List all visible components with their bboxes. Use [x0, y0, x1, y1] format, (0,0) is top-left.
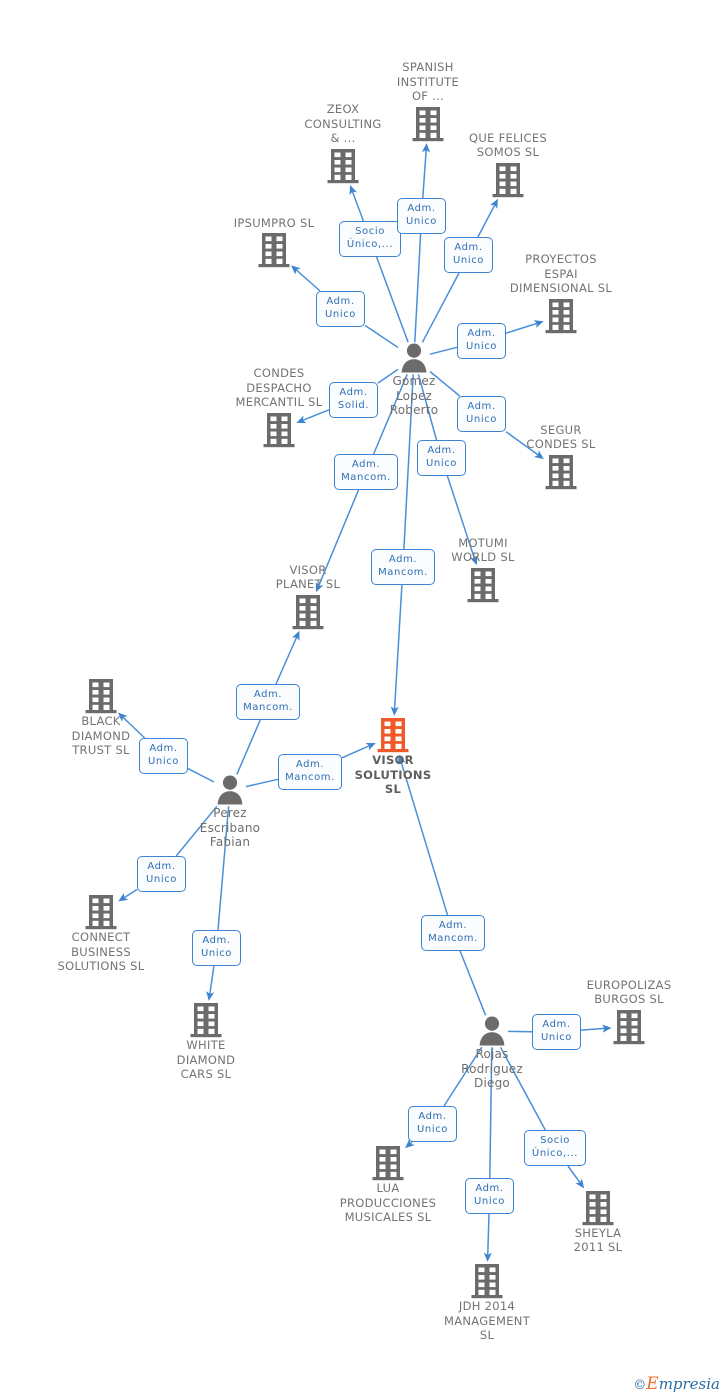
- building-icon: [443, 162, 573, 198]
- edge-label-el_adm_mancom_visorsol_perez[interactable]: Adm. Mancom.: [278, 754, 342, 790]
- node-label: SEGUR CONDES SL: [526, 422, 596, 452]
- edge-label-el_socio_unico_zeox[interactable]: Socio Único,...: [339, 221, 401, 257]
- edge-label-el_adm_unico_quefelices[interactable]: Adm. Unico: [444, 237, 493, 273]
- edge-segment-arrow: [349, 185, 365, 222]
- node-que_felices[interactable]: QUE FELICES SOMOS SL: [443, 131, 573, 198]
- node-label: SPANISH INSTITUTE OF ...: [396, 60, 460, 104]
- node-motumi[interactable]: MOTUMI WORLD SL: [418, 536, 548, 603]
- node-condes_despacho[interactable]: CONDES DESPACHO MERCANTIL SL: [214, 366, 344, 448]
- node-label: WHITE DIAMOND CARS SL: [176, 1038, 236, 1082]
- node-jdh_2014[interactable]: JDH 2014 MANAGEMENT SL: [422, 1263, 552, 1343]
- edge-label-el_adm_unico_motumi[interactable]: Adm. Unico: [417, 440, 466, 476]
- node-segur_condes[interactable]: SEGUR CONDES SL: [496, 423, 626, 490]
- edge-label-el_adm_mancom_visorplanet_perez[interactable]: Adm. Mancom.: [236, 684, 300, 720]
- edge-segment-arrow: [275, 630, 300, 685]
- node-label: Rojas Rodriguez Diego: [461, 1047, 523, 1091]
- node-label: CONDES DESPACHO MERCANTIL SL: [235, 366, 323, 410]
- node-label: JDH 2014 MANAGEMENT SL: [443, 1299, 531, 1343]
- edge-label-el_adm_unico_white[interactable]: Adm. Unico: [192, 930, 241, 966]
- node-label: LUA PRODUCCIONES MUSICALES SL: [339, 1181, 437, 1225]
- watermark: ©Empresia: [633, 1374, 720, 1394]
- edge-segment: [414, 233, 422, 343]
- node-label: EUROPOLIZAS BURGOS SL: [586, 977, 672, 1007]
- building-icon: [36, 678, 166, 714]
- edge-label-el_adm_mancom_visorsol_rojas[interactable]: Adm. Mancom.: [421, 915, 485, 951]
- node-visor_solutions[interactable]: VISOR SOLUTIONS SL: [328, 717, 458, 797]
- node-europolizas[interactable]: EUROPOLIZAS BURGOS SL: [564, 978, 694, 1045]
- node-label: CONNECT BUSINESS SOLUTIONS SL: [57, 930, 145, 974]
- node-zeox[interactable]: ZEOX CONSULTING & ...: [278, 102, 408, 184]
- person-icon: [165, 774, 295, 806]
- edge-label-el_adm_unico_blackdiamond[interactable]: Adm. Unico: [139, 738, 188, 774]
- edge-segment-arrow: [483, 1213, 492, 1262]
- edge-segment-arrow: [206, 965, 215, 1001]
- edge-label-el_adm_unico_jdh[interactable]: Adm. Unico: [465, 1178, 514, 1214]
- edge-label-el_socio_unico_sheyla[interactable]: Socio Único,...: [524, 1130, 586, 1166]
- edge-segment: [421, 272, 460, 343]
- node-perez_escribano[interactable]: Perez Escribano Fabian: [165, 774, 295, 850]
- copyright-symbol: ©: [633, 1378, 647, 1393]
- node-label: VISOR SOLUTIONS SL: [354, 753, 432, 797]
- edge-label-el_adm_unico_lua[interactable]: Adm. Unico: [408, 1106, 457, 1142]
- diagram-canvas: SPANISH INSTITUTE OF ... ZEOX CONSULTING …: [0, 0, 728, 1400]
- edge-label-el_adm_unico_europolizas[interactable]: Adm. Unico: [532, 1014, 581, 1050]
- node-label: SHEYLA 2011 SL: [573, 1225, 623, 1255]
- building-icon: [496, 298, 626, 334]
- node-label: QUE FELICES SOMOS SL: [469, 130, 547, 160]
- node-ipsumpro[interactable]: IPSUMPRO SL: [209, 216, 339, 269]
- building-icon: [141, 1002, 271, 1038]
- building-icon: [214, 412, 344, 448]
- edge-segment: [459, 950, 487, 1016]
- edge-segment-arrow: [567, 1165, 585, 1189]
- node-label: IPSUMPRO SL: [233, 215, 315, 230]
- building-icon: [36, 894, 166, 930]
- node-label: Perez Escribano Fabian: [199, 806, 261, 850]
- edge-label-el_adm_unico_spanish[interactable]: Adm. Unico: [397, 198, 446, 234]
- brand-name: mpresia: [658, 1375, 720, 1393]
- building-icon: [564, 1009, 694, 1045]
- building-icon: [278, 148, 408, 184]
- edge-label-el_adm_solid_condes[interactable]: Adm. Solid.: [329, 382, 378, 418]
- brand-initial: E: [646, 1374, 659, 1394]
- node-label: ZEOX CONSULTING & ...: [304, 102, 382, 146]
- edge-label-el_adm_mancom_visorsol_gomez[interactable]: Adm. Mancom.: [371, 549, 435, 585]
- edge-segment: [236, 719, 261, 775]
- building-icon: [209, 232, 339, 268]
- node-proyectos_espai[interactable]: PROYECTOS ESPAI DIMENSIONAL SL: [496, 252, 626, 334]
- edge-segment-arrow: [390, 584, 403, 716]
- edge-segment-arrow: [477, 198, 498, 238]
- edge-label-el_adm_unico_connect[interactable]: Adm. Unico: [137, 856, 186, 892]
- node-label: VISOR PLANET SL: [275, 562, 341, 592]
- building-icon: [418, 567, 548, 603]
- edge-label-el_adm_mancom_visorplanet_top[interactable]: Adm. Mancom.: [334, 454, 398, 490]
- building-icon: [323, 1145, 453, 1181]
- node-white_diamond[interactable]: WHITE DIAMOND CARS SL: [141, 1002, 271, 1082]
- building-icon: [243, 594, 373, 630]
- edge-segment-arrow: [421, 143, 431, 199]
- edge-label-el_adm_unico_segur[interactable]: Adm. Unico: [457, 396, 506, 432]
- building-icon: [328, 717, 458, 753]
- edge-segment: [375, 256, 409, 343]
- edge-label-el_adm_unico_ipsumpro[interactable]: Adm. Unico: [316, 291, 365, 327]
- node-label: PROYECTOS ESPAI DIMENSIONAL SL: [509, 252, 613, 296]
- edge-segment-arrow: [291, 265, 321, 292]
- edge-label-el_adm_unico_proyectos[interactable]: Adm. Unico: [457, 323, 506, 359]
- building-icon: [533, 1190, 663, 1226]
- node-label: MOTUMI WORLD SL: [451, 535, 515, 565]
- building-icon: [496, 454, 626, 490]
- node-connect_business[interactable]: CONNECT BUSINESS SOLUTIONS SL: [36, 894, 166, 974]
- node-visor_planet[interactable]: VISOR PLANET SL: [243, 563, 373, 630]
- node-lua_producciones[interactable]: LUA PRODUCCIONES MUSICALES SL: [323, 1145, 453, 1225]
- node-sheyla[interactable]: SHEYLA 2011 SL: [533, 1190, 663, 1255]
- building-icon: [422, 1263, 552, 1299]
